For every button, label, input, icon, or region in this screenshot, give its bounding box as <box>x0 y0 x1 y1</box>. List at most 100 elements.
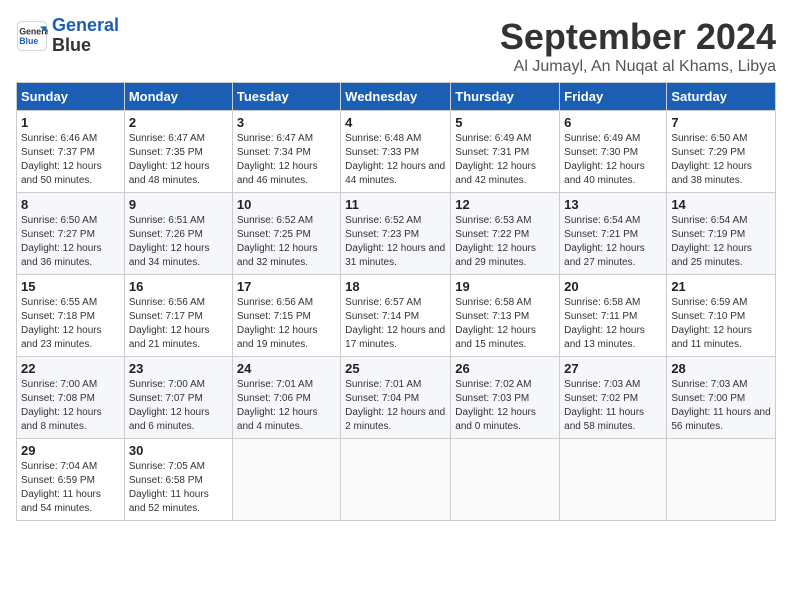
calendar-cell: 11 Sunrise: 6:52 AM Sunset: 7:23 PM Dayl… <box>341 193 451 275</box>
calendar-cell: 1 Sunrise: 6:46 AM Sunset: 7:37 PM Dayli… <box>17 111 125 193</box>
calendar-cell: 15 Sunrise: 6:55 AM Sunset: 7:18 PM Dayl… <box>17 275 125 357</box>
calendar-cell: 4 Sunrise: 6:48 AM Sunset: 7:33 PM Dayli… <box>341 111 451 193</box>
day-detail: Sunrise: 6:52 AM Sunset: 7:23 PM Dayligh… <box>345 214 446 270</box>
logo-text: GeneralBlue <box>52 16 119 56</box>
day-number: 19 <box>455 279 555 294</box>
calendar-cell <box>560 439 667 521</box>
calendar-week-1: 1 Sunrise: 6:46 AM Sunset: 7:37 PM Dayli… <box>17 111 776 193</box>
calendar-table: SundayMondayTuesdayWednesdayThursdayFrid… <box>16 82 776 521</box>
calendar-cell: 29 Sunrise: 7:04 AM Sunset: 6:59 PM Dayl… <box>17 439 125 521</box>
day-detail: Sunrise: 6:59 AM Sunset: 7:10 PM Dayligh… <box>671 296 771 352</box>
day-detail: Sunrise: 6:54 AM Sunset: 7:21 PM Dayligh… <box>564 214 662 270</box>
calendar-cell: 8 Sunrise: 6:50 AM Sunset: 7:27 PM Dayli… <box>17 193 125 275</box>
day-number: 25 <box>345 361 446 376</box>
day-detail: Sunrise: 6:58 AM Sunset: 7:11 PM Dayligh… <box>564 296 662 352</box>
day-number: 9 <box>129 197 228 212</box>
day-detail: Sunrise: 6:49 AM Sunset: 7:31 PM Dayligh… <box>455 132 555 188</box>
calendar-cell: 10 Sunrise: 6:52 AM Sunset: 7:25 PM Dayl… <box>232 193 340 275</box>
calendar-cell: 6 Sunrise: 6:49 AM Sunset: 7:30 PM Dayli… <box>560 111 667 193</box>
day-number: 7 <box>671 115 771 130</box>
day-number: 20 <box>564 279 662 294</box>
header-friday: Friday <box>560 83 667 111</box>
calendar-cell: 12 Sunrise: 6:53 AM Sunset: 7:22 PM Dayl… <box>451 193 560 275</box>
day-number: 4 <box>345 115 446 130</box>
calendar-cell: 23 Sunrise: 7:00 AM Sunset: 7:07 PM Dayl… <box>124 357 232 439</box>
day-number: 27 <box>564 361 662 376</box>
day-detail: Sunrise: 6:54 AM Sunset: 7:19 PM Dayligh… <box>671 214 771 270</box>
day-detail: Sunrise: 6:58 AM Sunset: 7:13 PM Dayligh… <box>455 296 555 352</box>
day-detail: Sunrise: 7:02 AM Sunset: 7:03 PM Dayligh… <box>455 378 555 434</box>
day-number: 28 <box>671 361 771 376</box>
day-detail: Sunrise: 7:05 AM Sunset: 6:58 PM Dayligh… <box>129 460 228 516</box>
calendar-body: 1 Sunrise: 6:46 AM Sunset: 7:37 PM Dayli… <box>17 111 776 521</box>
day-number: 16 <box>129 279 228 294</box>
day-number: 24 <box>237 361 336 376</box>
day-number: 11 <box>345 197 446 212</box>
calendar-cell <box>232 439 340 521</box>
title-block: September 2024 Al Jumayl, An Nuqat al Kh… <box>500 16 776 76</box>
calendar-cell: 18 Sunrise: 6:57 AM Sunset: 7:14 PM Dayl… <box>341 275 451 357</box>
day-detail: Sunrise: 6:48 AM Sunset: 7:33 PM Dayligh… <box>345 132 446 188</box>
calendar-cell: 9 Sunrise: 6:51 AM Sunset: 7:26 PM Dayli… <box>124 193 232 275</box>
day-detail: Sunrise: 6:55 AM Sunset: 7:18 PM Dayligh… <box>21 296 120 352</box>
calendar-cell: 24 Sunrise: 7:01 AM Sunset: 7:06 PM Dayl… <box>232 357 340 439</box>
day-detail: Sunrise: 6:52 AM Sunset: 7:25 PM Dayligh… <box>237 214 336 270</box>
calendar-cell: 20 Sunrise: 6:58 AM Sunset: 7:11 PM Dayl… <box>560 275 667 357</box>
calendar-cell <box>451 439 560 521</box>
day-number: 23 <box>129 361 228 376</box>
day-number: 18 <box>345 279 446 294</box>
calendar-cell <box>341 439 451 521</box>
calendar-cell: 3 Sunrise: 6:47 AM Sunset: 7:34 PM Dayli… <box>232 111 340 193</box>
header-saturday: Saturday <box>667 83 776 111</box>
day-number: 15 <box>21 279 120 294</box>
calendar-week-3: 15 Sunrise: 6:55 AM Sunset: 7:18 PM Dayl… <box>17 275 776 357</box>
day-number: 8 <box>21 197 120 212</box>
location-subtitle: Al Jumayl, An Nuqat al Khams, Libya <box>500 58 776 76</box>
calendar-cell: 14 Sunrise: 6:54 AM Sunset: 7:19 PM Dayl… <box>667 193 776 275</box>
day-detail: Sunrise: 7:00 AM Sunset: 7:07 PM Dayligh… <box>129 378 228 434</box>
calendar-cell: 30 Sunrise: 7:05 AM Sunset: 6:58 PM Dayl… <box>124 439 232 521</box>
calendar-cell: 5 Sunrise: 6:49 AM Sunset: 7:31 PM Dayli… <box>451 111 560 193</box>
header-tuesday: Tuesday <box>232 83 340 111</box>
calendar-cell: 26 Sunrise: 7:02 AM Sunset: 7:03 PM Dayl… <box>451 357 560 439</box>
day-detail: Sunrise: 7:03 AM Sunset: 7:00 PM Dayligh… <box>671 378 771 434</box>
day-detail: Sunrise: 6:51 AM Sunset: 7:26 PM Dayligh… <box>129 214 228 270</box>
calendar-week-4: 22 Sunrise: 7:00 AM Sunset: 7:08 PM Dayl… <box>17 357 776 439</box>
day-detail: Sunrise: 6:47 AM Sunset: 7:34 PM Dayligh… <box>237 132 336 188</box>
calendar-cell: 28 Sunrise: 7:03 AM Sunset: 7:00 PM Dayl… <box>667 357 776 439</box>
calendar-cell: 22 Sunrise: 7:00 AM Sunset: 7:08 PM Dayl… <box>17 357 125 439</box>
day-number: 13 <box>564 197 662 212</box>
calendar-cell: 17 Sunrise: 6:56 AM Sunset: 7:15 PM Dayl… <box>232 275 340 357</box>
day-detail: Sunrise: 6:50 AM Sunset: 7:29 PM Dayligh… <box>671 132 771 188</box>
logo-icon: General Blue <box>16 20 48 52</box>
header-wednesday: Wednesday <box>341 83 451 111</box>
calendar-cell: 16 Sunrise: 6:56 AM Sunset: 7:17 PM Dayl… <box>124 275 232 357</box>
day-detail: Sunrise: 7:03 AM Sunset: 7:02 PM Dayligh… <box>564 378 662 434</box>
day-number: 26 <box>455 361 555 376</box>
calendar-cell: 2 Sunrise: 6:47 AM Sunset: 7:35 PM Dayli… <box>124 111 232 193</box>
day-number: 30 <box>129 443 228 458</box>
day-detail: Sunrise: 6:50 AM Sunset: 7:27 PM Dayligh… <box>21 214 120 270</box>
calendar-cell: 21 Sunrise: 6:59 AM Sunset: 7:10 PM Dayl… <box>667 275 776 357</box>
calendar-cell: 27 Sunrise: 7:03 AM Sunset: 7:02 PM Dayl… <box>560 357 667 439</box>
day-detail: Sunrise: 6:46 AM Sunset: 7:37 PM Dayligh… <box>21 132 120 188</box>
day-detail: Sunrise: 7:01 AM Sunset: 7:04 PM Dayligh… <box>345 378 446 434</box>
calendar-cell: 7 Sunrise: 6:50 AM Sunset: 7:29 PM Dayli… <box>667 111 776 193</box>
day-number: 17 <box>237 279 336 294</box>
day-detail: Sunrise: 6:47 AM Sunset: 7:35 PM Dayligh… <box>129 132 228 188</box>
header-thursday: Thursday <box>451 83 560 111</box>
day-number: 12 <box>455 197 555 212</box>
page-header: General Blue GeneralBlue September 2024 … <box>16 16 776 76</box>
day-detail: Sunrise: 7:01 AM Sunset: 7:06 PM Dayligh… <box>237 378 336 434</box>
calendar-cell <box>667 439 776 521</box>
svg-text:Blue: Blue <box>19 36 38 46</box>
day-number: 6 <box>564 115 662 130</box>
calendar-week-2: 8 Sunrise: 6:50 AM Sunset: 7:27 PM Dayli… <box>17 193 776 275</box>
calendar-cell: 13 Sunrise: 6:54 AM Sunset: 7:21 PM Dayl… <box>560 193 667 275</box>
calendar-cell: 19 Sunrise: 6:58 AM Sunset: 7:13 PM Dayl… <box>451 275 560 357</box>
logo: General Blue GeneralBlue <box>16 16 119 56</box>
day-detail: Sunrise: 6:53 AM Sunset: 7:22 PM Dayligh… <box>455 214 555 270</box>
header-monday: Monday <box>124 83 232 111</box>
calendar-header-row: SundayMondayTuesdayWednesdayThursdayFrid… <box>17 83 776 111</box>
header-sunday: Sunday <box>17 83 125 111</box>
